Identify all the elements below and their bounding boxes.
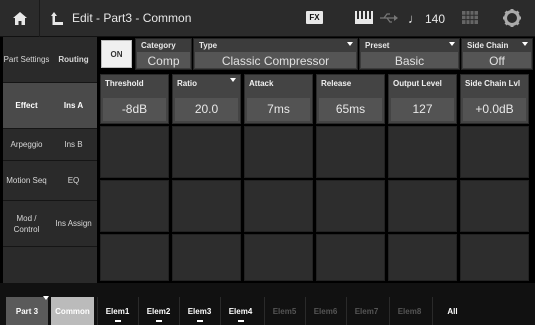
home-icon — [12, 12, 27, 25]
gear-icon[interactable] — [502, 8, 522, 28]
empty-cell — [460, 180, 529, 232]
effect-on-button[interactable]: ON — [101, 40, 132, 68]
param-release[interactable]: Release 65ms — [316, 74, 385, 124]
param-label: Threshold — [105, 79, 144, 88]
param-side-chain-level[interactable]: Side Chain Lvl +0.0dB — [460, 74, 529, 124]
chevron-down-icon — [230, 78, 236, 82]
param-value: 127 — [412, 102, 433, 116]
tab-ins-b[interactable]: Ins B — [50, 129, 97, 161]
empty-cell — [316, 234, 385, 281]
param-label: Output Level — [393, 79, 442, 88]
empty-cell — [172, 234, 241, 281]
tab-ins-a[interactable]: Ins A — [50, 83, 97, 129]
param-value: 65ms — [335, 102, 366, 116]
element-3-button[interactable]: Elem3 — [179, 297, 219, 325]
all-elements-button[interactable]: All — [432, 297, 472, 325]
param-value: 7ms — [267, 102, 290, 116]
param-value: +0.0dB — [475, 102, 514, 116]
empty-cell — [172, 180, 241, 232]
param-label: Attack — [249, 79, 274, 88]
element-6-button[interactable]: Elem6 — [305, 297, 345, 325]
empty-cell — [244, 126, 313, 178]
empty-cell — [100, 126, 169, 178]
param-value: -8dB — [121, 102, 148, 116]
tab-routing[interactable]: Routing — [50, 37, 97, 83]
param-label: Release — [321, 79, 352, 88]
empty-cell — [460, 126, 529, 178]
element-8-button[interactable]: Elem8 — [389, 297, 429, 325]
empty-cell — [100, 180, 169, 232]
tab-part-settings[interactable]: Part Settings — [3, 37, 50, 83]
back-arrow-icon — [51, 12, 63, 25]
back-button[interactable] — [44, 0, 70, 37]
element-active-mark — [155, 320, 162, 322]
preset-value: Basic — [394, 54, 425, 68]
tempo-value: 140 — [425, 12, 446, 26]
preset-label: Preset — [365, 41, 390, 50]
tab-motion-seq[interactable]: Motion Seq — [3, 161, 50, 201]
category-label: Category — [141, 41, 176, 50]
param-value: 20.0 — [194, 102, 219, 116]
type-value: Classic Compressor — [221, 54, 330, 68]
grid-icon[interactable] — [462, 11, 478, 24]
type-label: Type — [199, 41, 218, 50]
empty-cell — [316, 126, 385, 178]
empty-cell — [388, 126, 457, 178]
empty-cell — [100, 234, 169, 281]
element-5-button[interactable]: Elem5 — [264, 297, 304, 325]
page-title: Edit - Part3 - Common — [72, 11, 192, 25]
sub-menu-column: Routing Ins A Ins B EQ Ins Assign — [50, 37, 97, 283]
chevron-down-icon — [522, 42, 528, 46]
tab-eq[interactable]: EQ — [50, 161, 97, 201]
empty-cell — [244, 234, 313, 281]
tab-mod-control[interactable]: Mod / Control — [3, 201, 50, 247]
side-chain-label: Side Chain — [467, 41, 509, 50]
param-label: Ratio — [177, 79, 197, 88]
element-4-button[interactable]: Elem4 — [220, 297, 260, 325]
top-bar: Edit - Part3 - Common FX ♩ 140 — [0, 0, 535, 37]
chevron-down-icon — [43, 296, 49, 300]
main-menu-column: Part Settings Effect Arpeggio Motion Seq… — [3, 37, 50, 283]
param-ratio[interactable]: Ratio 20.0 — [172, 74, 241, 124]
type-selector[interactable]: Type Classic Compressor — [193, 38, 358, 70]
empty-cell — [172, 126, 241, 178]
element-active-mark — [114, 320, 121, 322]
side-chain-value: Off — [489, 54, 505, 68]
category-value: Comp — [147, 54, 180, 68]
param-attack[interactable]: Attack 7ms — [244, 74, 313, 124]
chevron-down-icon — [347, 42, 353, 46]
param-threshold[interactable]: Threshold -8dB — [100, 74, 169, 124]
fx-badge: FX — [306, 11, 323, 24]
side-chain-selector[interactable]: Side Chain Off — [461, 38, 533, 70]
preset-selector[interactable]: Preset Basic — [359, 38, 460, 70]
quarter-note-icon: ♩ — [408, 11, 421, 26]
home-button[interactable] — [0, 0, 40, 37]
usb-icon — [380, 13, 398, 23]
tab-ins-assign[interactable]: Ins Assign — [50, 201, 97, 247]
tab-effect[interactable]: Effect — [3, 83, 50, 129]
empty-cell — [388, 180, 457, 232]
common-button[interactable]: Common — [51, 297, 94, 325]
empty-cell — [316, 180, 385, 232]
tab-arpeggio[interactable]: Arpeggio — [3, 129, 50, 161]
chevron-down-icon — [449, 42, 455, 46]
element-7-button[interactable]: Elem7 — [346, 297, 386, 325]
tempo-display[interactable]: ♩ 140 — [408, 0, 445, 37]
element-active-mark — [196, 320, 203, 322]
empty-cell — [460, 234, 529, 281]
param-output-level[interactable]: Output Level 127 — [388, 74, 457, 124]
element-1-button[interactable]: Elem1 — [97, 297, 137, 325]
category-selector[interactable]: Category Comp — [135, 38, 192, 70]
empty-cell — [388, 234, 457, 281]
keyboard-icon — [355, 11, 373, 24]
empty-cell — [244, 180, 313, 232]
element-2-button[interactable]: Elem2 — [138, 297, 178, 325]
bottom-bar: Part 3 Common Elem1 Elem2 Elem3 Elem4 El… — [0, 283, 535, 325]
element-active-mark — [237, 320, 244, 322]
param-label: Side Chain Lvl — [465, 79, 521, 88]
part-select-button[interactable]: Part 3 — [6, 297, 48, 325]
